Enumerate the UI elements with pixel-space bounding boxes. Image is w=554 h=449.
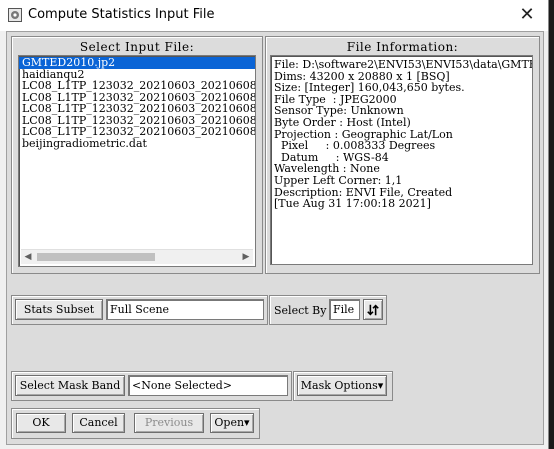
file-info-box: File: D:\software2\ENVI53\ENVI53\data\GM… — [270, 55, 533, 265]
mask-frame: Select Mask Band <None Selected> — [11, 371, 292, 401]
open-button[interactable]: Open▾ — [210, 413, 254, 433]
file-info-line: Upper Left Corner: 1,1 — [274, 173, 403, 187]
dialog-window: Compute Statistics Input File ✕ Select I… — [0, 0, 549, 449]
select-by-toggle-button[interactable] — [363, 299, 383, 320]
select-by-label: Select By — [274, 304, 327, 317]
mask-options-frame: Mask Options▾ — [293, 371, 393, 401]
file-list-item[interactable]: LC08_L1TP_123032_20210603_20210608_01_T1 — [19, 126, 255, 138]
horizontal-scrollbar[interactable]: ◀ ▶ — [21, 249, 253, 264]
input-file-list[interactable]: GMTED2010.jp2 haidianqu2 LC08_L1TP_123032_… — [18, 55, 256, 267]
action-buttons-frame: OK Cancel Previous Open▾ — [11, 408, 260, 439]
input-file-heading: Select Input File: — [79, 40, 195, 54]
select-by-frame: Select By File — [269, 295, 387, 325]
file-info-heading: File Information: — [346, 40, 459, 54]
scrollbar-thumb[interactable] — [37, 253, 155, 261]
title-bar: Compute Statistics Input File ✕ — [0, 0, 548, 31]
file-list-item[interactable]: beijingradiometric.dat — [19, 137, 255, 150]
file-info-line: [Tue Aug 31 17:00:18 2021] — [274, 197, 431, 211]
file-info-line: File: D:\software2\ENVI53\ENVI53\data\GM… — [274, 58, 533, 71]
scroll-right-icon[interactable]: ▶ — [239, 250, 253, 264]
mask-band-field: <None Selected> — [128, 375, 288, 396]
stats-subset-frame: Stats Subset Full Scene — [11, 295, 268, 325]
file-info-line: Byte Order : Host (Intel) — [274, 115, 411, 129]
select-mask-band-button[interactable]: Select Mask Band — [15, 375, 125, 396]
cancel-button[interactable]: Cancel — [72, 413, 125, 433]
window-title: Compute Statistics Input File — [28, 7, 215, 22]
mask-options-button[interactable]: Mask Options▾ — [297, 375, 387, 396]
close-icon[interactable]: ✕ — [516, 4, 538, 26]
swap-arrows-icon — [367, 304, 379, 316]
file-list-item[interactable]: LC08_L1TP_123032_20210603_20210608_01_T1 — [19, 80, 255, 92]
stats-subset-field: Full Scene — [106, 299, 264, 320]
previous-button[interactable]: Previous — [134, 413, 204, 433]
ok-button[interactable]: OK — [16, 413, 66, 433]
stats-subset-button[interactable]: Stats Subset — [15, 299, 103, 320]
dialog-content: Select Input File: GMTED2010.jp2 haidianq… — [6, 31, 544, 445]
file-info-panel: File Information: File: D:\software2\ENV… — [265, 36, 540, 274]
scroll-left-icon[interactable]: ◀ — [21, 250, 35, 264]
input-file-panel: Select Input File: GMTED2010.jp2 haidianq… — [11, 36, 263, 274]
file-list-item[interactable]: GMTED2010.jp2 — [19, 57, 255, 69]
envi-app-icon — [8, 8, 22, 22]
select-by-field: File — [329, 299, 360, 320]
file-info-line: Pixel : 0.008333 Degrees — [274, 139, 436, 153]
file-list-item[interactable]: LC08_L1TP_123032_20210603_20210608_01_T1 — [19, 103, 255, 115]
